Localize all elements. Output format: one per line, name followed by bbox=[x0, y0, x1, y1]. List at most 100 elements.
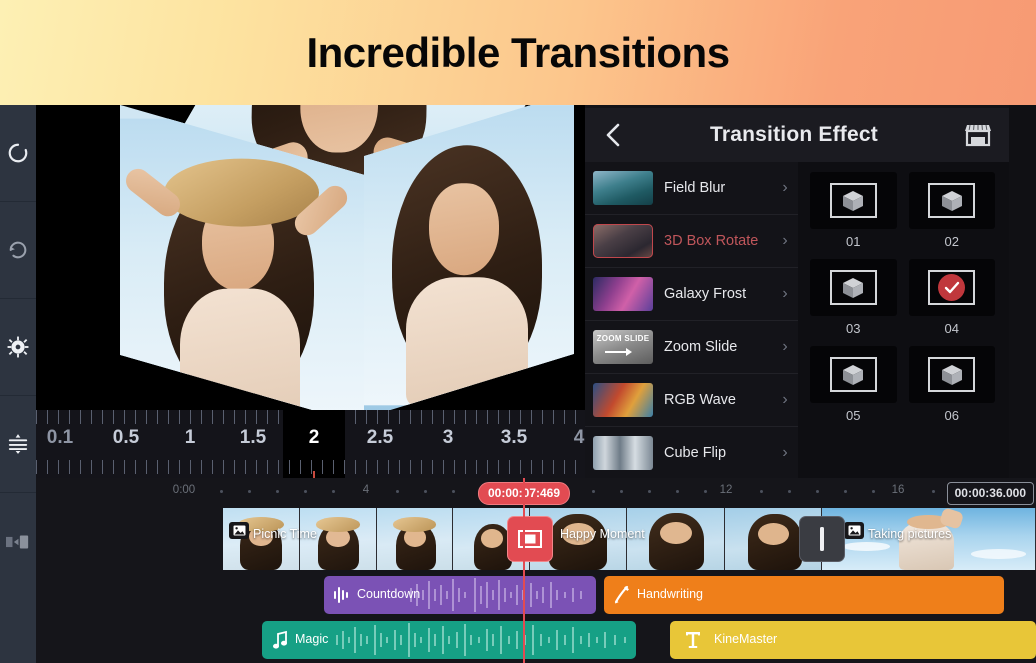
music-note-icon bbox=[271, 630, 289, 655]
cube-icon bbox=[843, 277, 864, 298]
effect-label: Field Blur bbox=[664, 180, 726, 196]
variant-label: 01 bbox=[846, 234, 861, 249]
pen-icon bbox=[613, 585, 631, 610]
undo-icon bbox=[8, 143, 28, 163]
settings-button[interactable] bbox=[0, 299, 36, 396]
chevron-right-icon: › bbox=[782, 285, 788, 302]
effect-thumbnail bbox=[593, 171, 653, 205]
variant-03[interactable]: 03 bbox=[810, 259, 897, 336]
transition-marker[interactable] bbox=[799, 516, 845, 562]
variant-05[interactable]: 05 bbox=[810, 346, 897, 423]
transition-marker-selected[interactable] bbox=[507, 516, 553, 562]
promo-banner: Incredible Transitions bbox=[0, 0, 1036, 105]
variant-label: 06 bbox=[944, 408, 959, 423]
redo-button[interactable] bbox=[0, 202, 36, 299]
effect-item-cube-flip[interactable]: Cube Flip › bbox=[585, 427, 798, 480]
arrow-right-icon bbox=[605, 348, 632, 356]
image-icon bbox=[233, 525, 245, 536]
variant-thumbnail bbox=[810, 172, 897, 229]
ruler-labels: 0.1 0.5 1 1.5 2 2.5 3 3.5 4 bbox=[36, 410, 585, 491]
timeline[interactable]: 0:00 4 12 16 00:00:07:469 00:00:36.000 bbox=[36, 478, 1036, 663]
banner-title: Incredible Transitions bbox=[306, 28, 730, 76]
video-preview[interactable] bbox=[36, 105, 585, 410]
audio-track-magic[interactable]: Magic bbox=[262, 621, 636, 659]
ruler-label: 4 bbox=[573, 427, 585, 448]
export-icon bbox=[6, 535, 29, 548]
effect-thumbnail: ZOOM SLIDE bbox=[593, 330, 653, 364]
variant-04-selected[interactable]: 04 bbox=[908, 259, 995, 336]
text-track-kinemaster[interactable]: KineMaster bbox=[670, 621, 1036, 659]
timeline-tick-label: 16 bbox=[891, 484, 905, 496]
timeline-ruler[interactable]: 0:00 4 12 16 00:00:07:469 00:00:36.000 bbox=[36, 478, 1036, 506]
image-icon bbox=[848, 525, 860, 536]
variant-06[interactable]: 06 bbox=[908, 346, 995, 423]
total-duration-badge[interactable]: 00:00:36.000 bbox=[946, 482, 1034, 505]
video-track[interactable]: Picnic Time Happy Moment Taking pictures bbox=[36, 508, 1036, 570]
transition-bar-icon bbox=[820, 527, 824, 551]
clip-label: Taking pictures bbox=[868, 527, 952, 541]
effect-item-galaxy-frost[interactable]: Galaxy Frost › bbox=[585, 268, 798, 321]
thumbnail-caption: ZOOM SLIDE bbox=[596, 334, 650, 343]
variant-02[interactable]: 02 bbox=[908, 172, 995, 249]
track-label: Magic bbox=[295, 632, 329, 646]
variant-thumbnail bbox=[810, 346, 897, 403]
video-clip-picnic-time[interactable]: Picnic Time bbox=[223, 508, 530, 570]
effect-item-3d-box-rotate[interactable]: 3D Box Rotate › bbox=[585, 215, 798, 268]
timeline-tick-label: 12 bbox=[719, 484, 733, 496]
variant-label: 04 bbox=[944, 321, 959, 336]
chevron-right-icon: › bbox=[782, 444, 788, 461]
transition-preview-3d-box bbox=[72, 105, 585, 410]
cube-icon bbox=[941, 190, 962, 211]
video-clip-taking-pictures[interactable]: Taking pictures bbox=[822, 508, 1036, 570]
transition-box-icon bbox=[518, 530, 542, 548]
video-clip-happy-moment[interactable]: Happy Moment bbox=[530, 508, 822, 570]
effect-thumbnail bbox=[593, 277, 653, 311]
effect-thumbnail bbox=[593, 383, 653, 417]
box-face-right bbox=[364, 105, 574, 410]
mixer-button[interactable] bbox=[0, 396, 36, 493]
variant-frame bbox=[829, 270, 877, 305]
store-icon bbox=[965, 124, 991, 147]
variant-label: 03 bbox=[846, 321, 861, 336]
effect-item-field-blur[interactable]: Field Blur › bbox=[585, 162, 798, 215]
text-t-icon bbox=[684, 630, 702, 655]
ruler-label: 3 bbox=[442, 427, 454, 448]
cube-icon bbox=[843, 190, 864, 211]
tool-rail bbox=[0, 105, 36, 663]
effect-item-rgb-wave[interactable]: RGB Wave › bbox=[585, 374, 798, 427]
redo-icon bbox=[9, 241, 27, 259]
effect-item-zoom-slide[interactable]: ZOOM SLIDE Zoom Slide › bbox=[585, 321, 798, 374]
clip-type-badge bbox=[229, 522, 249, 539]
back-button[interactable] bbox=[585, 108, 641, 162]
track-label: Countdown bbox=[357, 587, 421, 601]
chevron-right-icon: › bbox=[782, 232, 788, 249]
preview-photo-right bbox=[364, 105, 574, 408]
variant-frame bbox=[928, 357, 976, 392]
audio-track-countdown[interactable]: Countdown bbox=[324, 576, 596, 614]
panel-title: Transition Effect bbox=[710, 123, 878, 146]
chevron-left-icon bbox=[606, 123, 620, 147]
effect-label: Galaxy Frost bbox=[664, 286, 747, 302]
preview-zoom-ruler[interactable]: 0.1 0.5 1 1.5 2 2.5 3 3.5 4 bbox=[36, 410, 585, 491]
ruler-label: 0.5 bbox=[112, 427, 140, 448]
variant-thumbnail bbox=[908, 346, 995, 403]
variant-frame bbox=[928, 183, 976, 218]
ruler-label: 2.5 bbox=[366, 427, 394, 448]
clip-label: Happy Moment bbox=[560, 527, 645, 541]
cube-icon bbox=[941, 364, 962, 385]
asset-store-button[interactable] bbox=[947, 108, 1009, 162]
variant-01[interactable]: 01 bbox=[810, 172, 897, 249]
clip-label: Picnic Time bbox=[253, 527, 317, 541]
ruler-ticks-bottom bbox=[36, 460, 585, 474]
effect-thumbnail bbox=[593, 436, 653, 470]
playhead[interactable] bbox=[523, 478, 525, 663]
sliders-icon bbox=[8, 434, 28, 454]
variant-frame bbox=[928, 270, 976, 305]
sticker-track-handwriting[interactable]: Handwriting bbox=[604, 576, 1004, 614]
export-button[interactable] bbox=[0, 493, 36, 590]
editor-body: 0.1 0.5 1 1.5 2 2.5 3 3.5 4 Transition E… bbox=[0, 105, 1036, 663]
undo-button[interactable] bbox=[0, 105, 36, 202]
variant-frame bbox=[829, 183, 877, 218]
track-label: KineMaster bbox=[714, 632, 778, 646]
timeline-tick-label: 4 bbox=[362, 484, 370, 496]
